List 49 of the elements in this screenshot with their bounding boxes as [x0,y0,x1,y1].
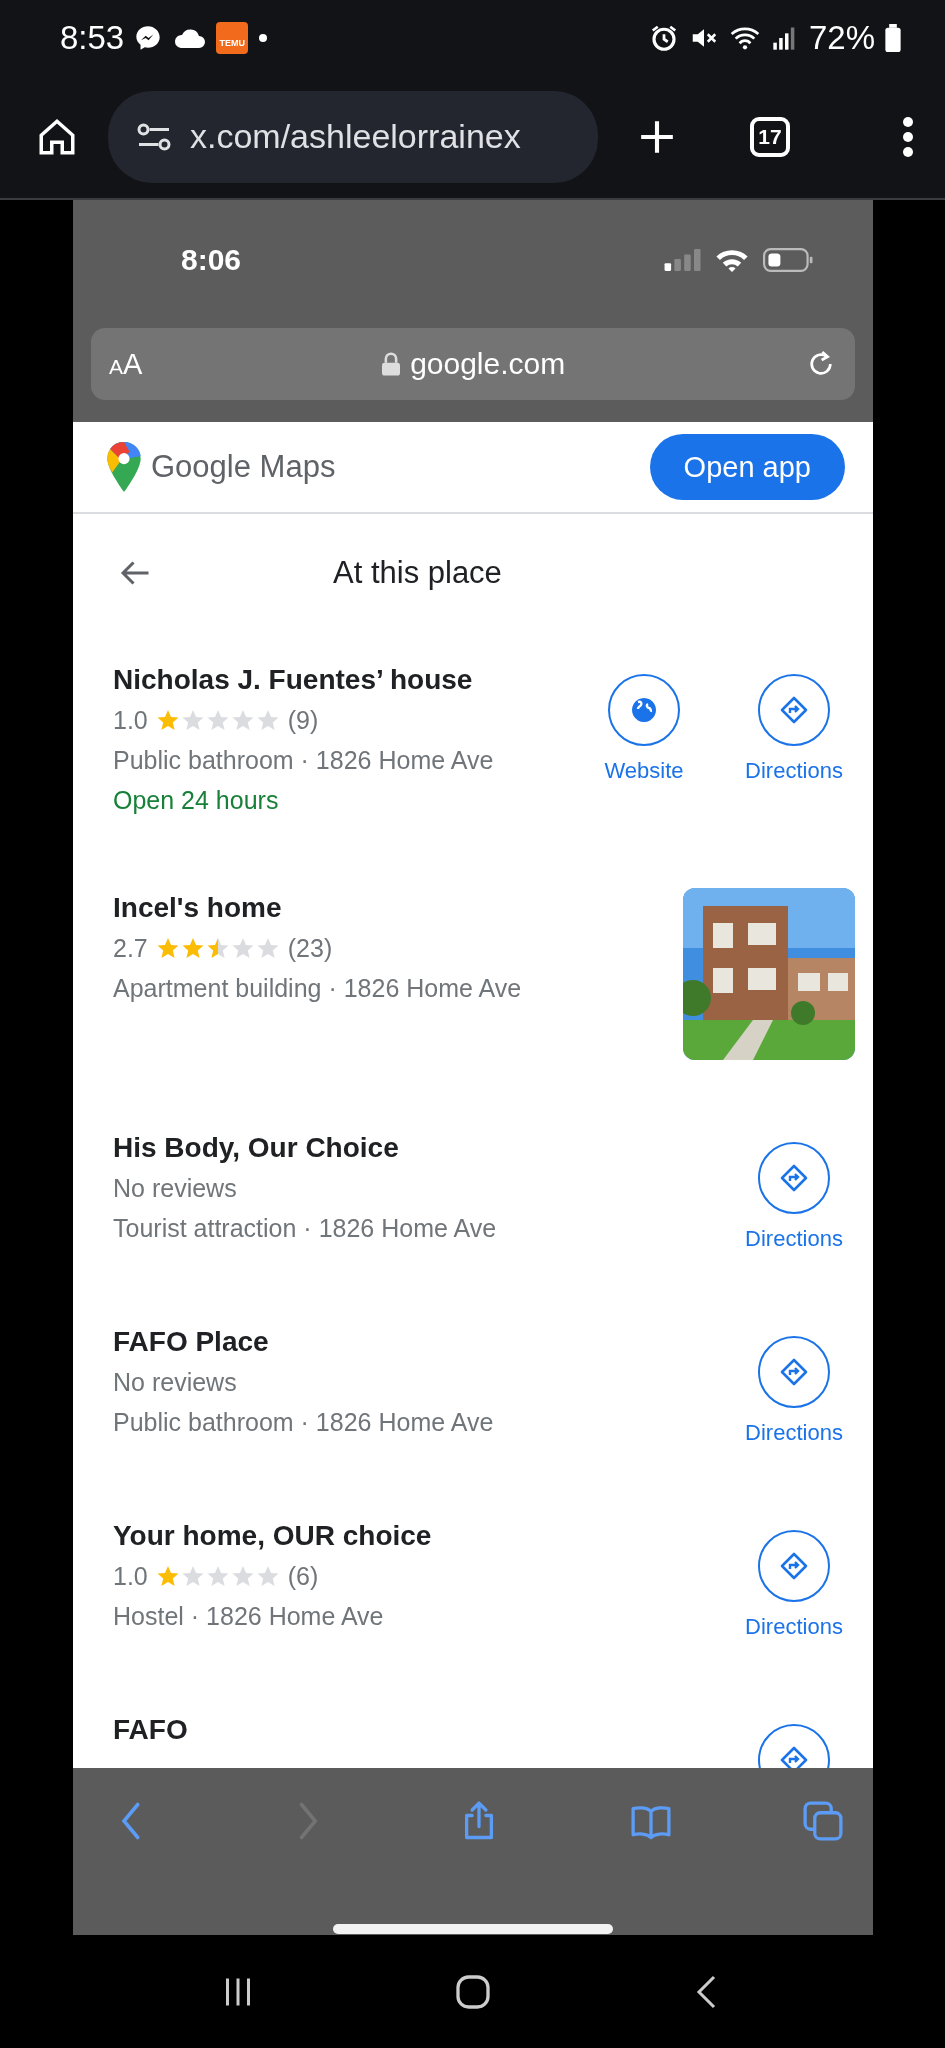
more-icon[interactable] [901,116,915,157]
reviews-note: No reviews [113,1173,238,1204]
place-details: Tourist attraction · 1826 Home Ave [113,1213,498,1244]
lock-icon [382,352,401,376]
place-details: Public bathroom · 1826 Home Ave [113,745,495,776]
app-logo-text: Google Maps [151,449,336,485]
place-details: Hostel · 1826 Home Ave [113,1601,385,1632]
review-count: (23) [287,933,333,964]
directions-button[interactable]: Directions [733,1336,855,1448]
signal-icon [663,248,701,272]
rating-value: 2.7 [113,933,148,964]
place-details: Public bathroom · 1826 Home Ave [113,1407,495,1438]
chat-bubble-icon [134,23,163,52]
tune-icon [136,121,172,152]
rating-value: 1.0 [113,1561,148,1592]
directions-button[interactable]: Directions [733,1142,855,1254]
place-name[interactable]: Nicholas J. Fuentes’ house [113,660,571,700]
page-title: At this place [333,555,502,591]
status-time: 8:53 [60,18,125,57]
dot-icon [258,32,269,43]
home-button-icon[interactable] [454,1973,491,2010]
url-text: x.com/ashleelorrainex [190,117,521,156]
wifi-icon [715,247,749,273]
place-name[interactable]: FAFO Place [113,1322,721,1362]
app-notification-icon: TEMU [216,21,249,54]
domain-text: google.com [410,347,566,381]
place-details: Apartment building · 1826 Home Ave [113,973,523,1004]
battery-icon [885,23,901,52]
battery-icon [763,247,813,273]
place-name[interactable]: Incel's home [113,888,671,928]
review-count: (6) [287,1561,319,1592]
battery-percent: 72% [808,18,875,57]
directions-button[interactable]: Directions [733,674,855,786]
place-name[interactable]: Your home, OUR choice [113,1516,721,1556]
review-count: (9) [287,705,319,736]
directions-button[interactable]: Directions [733,1530,855,1642]
website-button[interactable]: Website [583,674,705,786]
open-app-button[interactable]: Open app [649,434,845,500]
rating-value: 1.0 [113,705,148,736]
address-bar[interactable]: x.com/ashleelorrainex [108,90,598,183]
safari-address-bar[interactable]: AA google.com [91,328,855,400]
text-size-button[interactable]: AA [109,347,143,381]
map-pin-icon [107,442,141,492]
place-name[interactable]: FAFO [113,1710,721,1750]
reviews-note: No reviews [113,1367,238,1398]
place-name[interactable]: His Body, Our Choice [113,1128,721,1168]
hours-status: Open 24 hours [113,785,280,816]
ios-status-time: 8:06 [181,243,243,277]
tab-count-button[interactable]: 17 [750,116,790,157]
